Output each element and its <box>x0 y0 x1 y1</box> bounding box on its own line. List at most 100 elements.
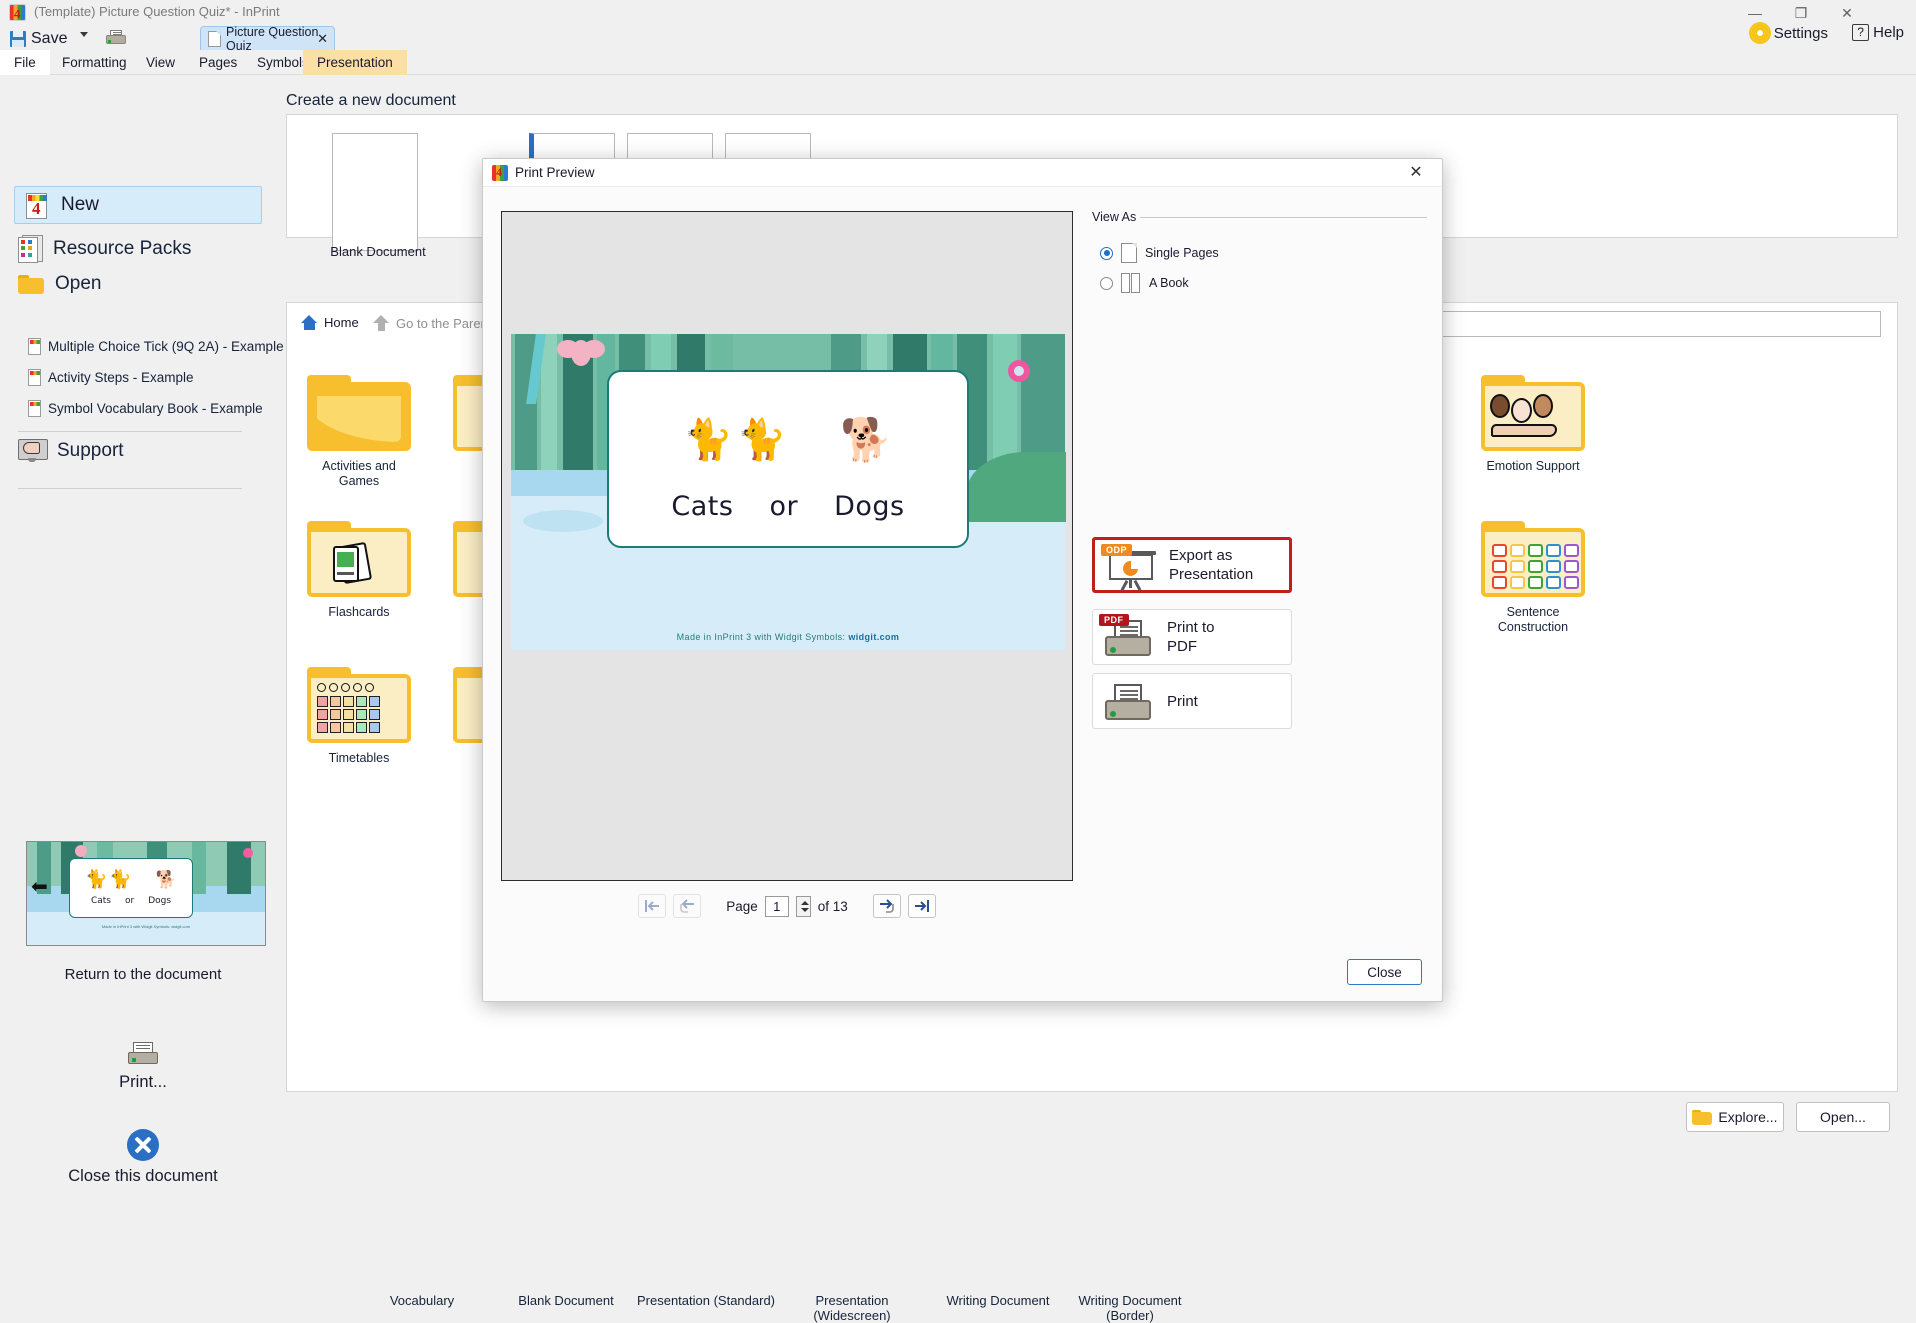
close-document-button[interactable]: Close this document <box>0 1129 286 1186</box>
folder-timetables-icon <box>305 667 413 745</box>
credit-text: Made in InPrint 3 with Widgit Symbols: <box>676 632 846 642</box>
document-icon <box>28 338 41 355</box>
printer-icon <box>1101 678 1157 724</box>
save-button[interactable]: Save <box>8 27 71 50</box>
folder-sentence-construction[interactable]: Sentence Construction <box>1479 521 1587 635</box>
chevron-down-icon[interactable] <box>80 32 88 37</box>
sidebar-item-resource-packs[interactable]: Resource Packs <box>18 235 191 263</box>
sidebar-item-support[interactable]: Support <box>18 439 124 463</box>
open-label: Open... <box>1820 1109 1866 1125</box>
template-caption-blank: Blank Document <box>518 1293 614 1308</box>
back-arrow-icon[interactable]: ⬅ <box>31 877 48 897</box>
folder-icon <box>1692 1109 1713 1125</box>
folder-flashcards[interactable]: Flashcards <box>305 521 413 620</box>
return-to-document-label[interactable]: Return to the document <box>0 966 286 983</box>
folder-label: Activities and Games <box>322 459 396 488</box>
document-thumbnail[interactable]: 🐈 🐈 🐕 Cats or Dogs Made in InPrint 3 with W… <box>26 841 266 946</box>
sidebar-item-label-new: New <box>61 194 100 215</box>
page-label: Page <box>726 898 758 914</box>
page-number-input[interactable]: 1 <box>764 895 789 917</box>
browser-bottom-bar: Explore... Open... <box>286 1096 1898 1136</box>
create-new-document-heading: Create a new document <box>286 92 456 109</box>
view-as-label: View As <box>1092 210 1142 224</box>
home-button[interactable]: Home <box>301 315 359 330</box>
folder-activities-and-games[interactable]: Activities and Games <box>305 375 413 489</box>
print-preview-canvas[interactable]: 🐈 🐈 🐕 Cats or Dogs Made in InPrint 3 wit… <box>501 211 1073 881</box>
sidebar-item-label-support: Support <box>57 440 124 461</box>
previous-page-button[interactable] <box>673 894 702 918</box>
open-button[interactable]: Open... <box>1796 1102 1890 1132</box>
close-icon[interactable]: ✕ <box>1398 162 1434 184</box>
radio-button[interactable] <box>1100 276 1113 290</box>
arrow-up-icon <box>373 315 390 331</box>
template-blank-document[interactable] <box>332 133 418 251</box>
export-as-presentation-button[interactable]: ODP Export as Presentation <box>1092 537 1292 593</box>
view-option-single-pages[interactable]: Single Pages <box>1100 243 1219 263</box>
folder-timetables[interactable]: Timetables <box>305 667 413 766</box>
page-total-label: of 13 <box>817 898 848 914</box>
support-icon <box>18 439 48 463</box>
go-to-first-page-icon <box>645 900 660 912</box>
previous-page-icon <box>680 899 695 913</box>
three-cats-symbol: 🐈 🐈 <box>683 418 787 462</box>
template-caption-pres-std: Presentation (Standard) <box>636 1293 776 1308</box>
minimize-button[interactable]: — <box>1732 0 1778 26</box>
dialog-close-button[interactable]: Close <box>1347 959 1422 985</box>
page-spinner[interactable] <box>795 895 811 917</box>
folder-sentence-icon <box>1479 521 1587 599</box>
settings-label: Settings <box>1773 24 1828 42</box>
new-document-icon <box>26 193 47 219</box>
template-caption-writing-border: Writing Document (Border) <box>1078 1293 1182 1323</box>
close-icon[interactable]: ✕ <box>317 31 328 47</box>
print-quick-button[interactable] <box>105 29 127 47</box>
tab-pages[interactable]: Pages <box>185 50 251 75</box>
widgit-link[interactable]: widgit.com <box>848 632 899 642</box>
window-title: (Template) Picture Question Quiz* - InPr… <box>34 4 280 19</box>
help-button[interactable]: ? Help <box>1852 24 1904 41</box>
radio-button-selected[interactable] <box>1100 246 1113 260</box>
maximize-button[interactable]: ❐ <box>1778 0 1824 26</box>
view-option-label: A Book <box>1149 276 1189 290</box>
next-page-button[interactable] <box>872 894 901 918</box>
next-page-icon <box>879 899 894 913</box>
word-right: Dogs <box>834 491 905 522</box>
go-to-last-page-button[interactable] <box>907 894 936 918</box>
recent-file-0[interactable]: Multiple Choice Tick (9Q 2A) - Example <box>28 338 284 355</box>
folder-emotion-icon <box>1479 375 1587 453</box>
folder-emotion-support[interactable]: Emotion Support <box>1479 375 1587 474</box>
tab-formatting[interactable]: Formatting <box>48 50 141 75</box>
settings-button[interactable]: Settings <box>1750 24 1828 42</box>
close-window-button[interactable]: ✕ <box>1824 0 1870 26</box>
print-button[interactable]: Print <box>1092 673 1292 729</box>
question-card: 🐈 🐈 🐕 Cats or Dogs <box>607 370 969 548</box>
question-mark-icon: ? <box>1852 24 1870 41</box>
gear-icon <box>1750 24 1769 42</box>
button-label-line1: Print <box>1167 692 1198 710</box>
resource-packs-icon <box>18 235 43 263</box>
page-navigation-bar: Page 1 of 13 <box>501 889 1073 923</box>
ribbon-tab-bar: File Formatting View Pages Symbols Prese… <box>0 50 1916 75</box>
save-label: Save <box>31 29 68 47</box>
sidebar-item-new[interactable]: New <box>14 186 262 224</box>
recent-file-2[interactable]: Symbol Vocabulary Book - Example <box>28 400 263 417</box>
explore-button[interactable]: Explore... <box>1686 1102 1784 1132</box>
document-tab[interactable]: Picture Question Quiz ✕ <box>200 25 335 53</box>
button-label-line1: Print to <box>1167 619 1215 636</box>
tab-file[interactable]: File <box>0 50 50 75</box>
credit-line: Made in InPrint 3 with Widgit Symbols: w… <box>511 632 1065 642</box>
template-label-blank: Blank Document <box>330 244 426 259</box>
recent-file-label: Symbol Vocabulary Book - Example <box>48 401 263 416</box>
tab-view[interactable]: View <box>132 50 189 75</box>
divider <box>1140 217 1427 218</box>
print-to-pdf-button[interactable]: PDF Print to PDF <box>1092 609 1292 665</box>
recent-file-1[interactable]: Activity Steps - Example <box>28 369 194 386</box>
button-label-line2: PDF <box>1167 638 1197 655</box>
tab-presentation[interactable]: Presentation <box>303 50 407 75</box>
dialog-title: Print Preview <box>515 165 595 180</box>
print-button[interactable]: Print... <box>0 1041 286 1092</box>
button-label-line2: Presentation <box>1169 566 1254 583</box>
view-option-a-book[interactable]: A Book <box>1100 273 1189 293</box>
sidebar-item-open[interactable]: Open <box>18 273 101 295</box>
go-to-first-page-button[interactable] <box>638 894 667 918</box>
close-document-label: Close this document <box>68 1167 218 1185</box>
